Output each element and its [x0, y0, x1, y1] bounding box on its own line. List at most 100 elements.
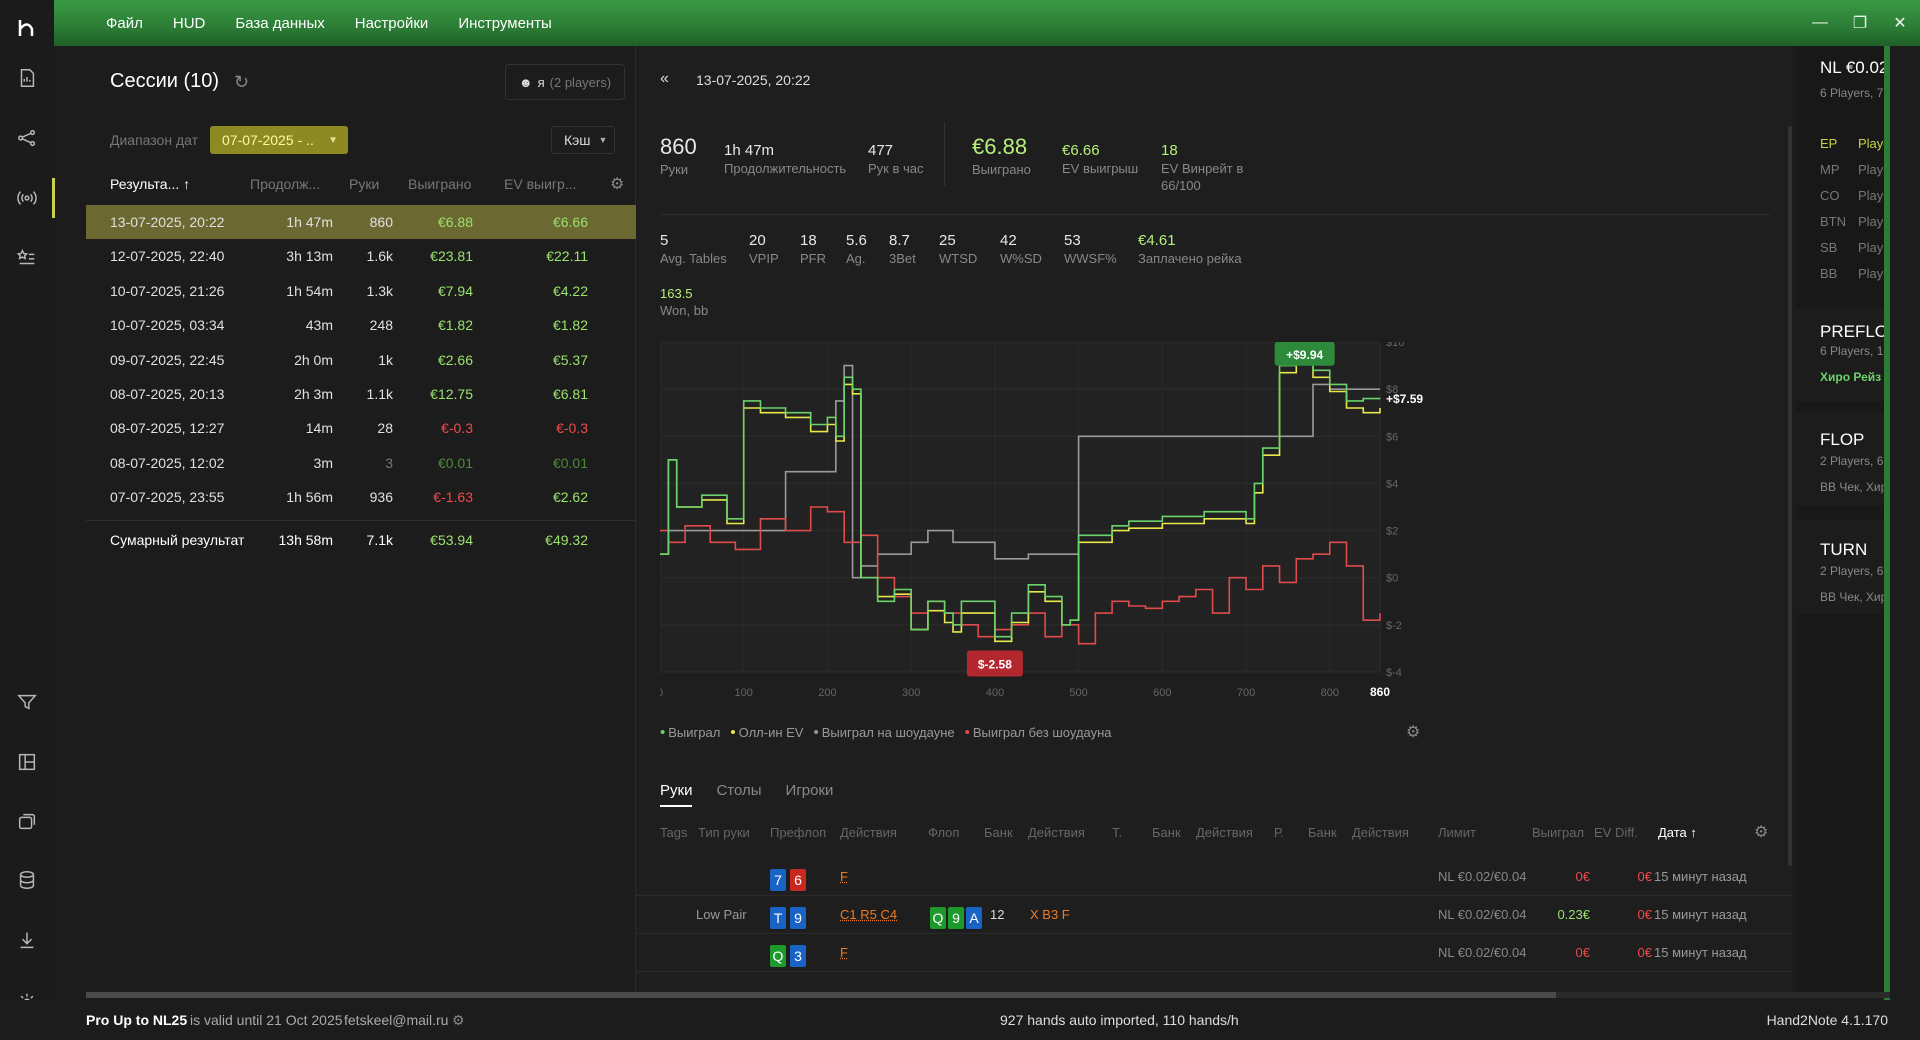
col-hand-type[interactable]: Тип руки	[698, 825, 750, 840]
reports-icon[interactable]	[11, 62, 43, 94]
close-button[interactable]: ✕	[1880, 13, 1920, 33]
date-range-select[interactable]: 07-07-2025 - .. ▼	[210, 126, 348, 154]
scrollbar-thumb[interactable]	[86, 992, 1556, 998]
legend-item-showdown[interactable]: • Выиграл на шоудауне	[813, 724, 954, 741]
layout-icon[interactable]	[11, 746, 43, 778]
col-preflop-actions[interactable]: Действия	[840, 825, 897, 840]
flop-pot: 12	[990, 907, 1005, 922]
session-row[interactable]: 08-07-2025, 20:13 2h 3m 1.1k €12.75 €6.81	[86, 377, 636, 411]
stat-label: Руки	[660, 162, 689, 177]
refresh-icon[interactable]: ↻	[234, 72, 254, 92]
col-result[interactable]: Результа... ↑	[110, 176, 190, 192]
menu-tools[interactable]: Инструменты	[458, 15, 552, 32]
session-date: 12-07-2025, 22:40	[110, 248, 225, 265]
hole-card: Q	[770, 945, 786, 967]
session-row[interactable]: 13-07-2025, 20:22 1h 47m 860 €6.88 €6.66	[86, 205, 636, 240]
menu-file[interactable]: Файл	[106, 15, 143, 32]
col-won[interactable]: Выиграно	[408, 176, 471, 192]
session-row[interactable]: 08-07-2025, 12:27 14m 28 €-0.3 €-0.3	[86, 411, 636, 445]
session-date: 13-07-2025, 20:22	[110, 214, 225, 230]
menu-hud[interactable]: HUD	[173, 15, 206, 32]
window-controls: — ❐ ✕	[1800, 0, 1920, 46]
position-row: BB Playe	[1820, 266, 1890, 281]
col-won[interactable]: Выиграл	[1532, 825, 1584, 840]
session-row[interactable]: 07-07-2025, 23:55 1h 56m 936 €-1.63 €2.62	[86, 480, 636, 514]
col-river-actions[interactable]: Действия	[1352, 825, 1409, 840]
session-duration: 1h 56m	[286, 489, 333, 506]
summary-duration: 13h 58m	[278, 532, 333, 548]
stat-label: WTSD	[939, 251, 978, 266]
minimize-button[interactable]: —	[1800, 14, 1840, 32]
col-ev-won[interactable]: EV выигр...	[504, 176, 576, 192]
live-sessions-icon[interactable]	[11, 178, 55, 218]
position-row: MP Playe	[1820, 162, 1890, 177]
stat-duration: 1h 47m Продолжительность	[724, 142, 846, 176]
session-row[interactable]: 10-07-2025, 21:26 1h 54m 1.3k €7.94 €4.22	[86, 274, 636, 308]
hand-row[interactable]: 7 6 F NL €0.02/€0.04 0€ 0€ 15 минут назад	[636, 858, 1792, 896]
street-flop-sub: 2 Players, 6	[1820, 454, 1884, 468]
col-preflop[interactable]: Префлоп	[770, 825, 826, 840]
col-tags[interactable]: Tags	[660, 825, 687, 840]
col-ev-diff[interactable]: EV Diff.	[1594, 825, 1638, 840]
legend-item-non-showdown[interactable]: • Выиграл без шоудауна	[965, 724, 1112, 741]
cards-icon[interactable]	[11, 806, 43, 838]
col-turn-actions[interactable]: Действия	[1196, 825, 1253, 840]
stat-value: 18	[1161, 142, 1178, 159]
col-turn-pot[interactable]: Банк	[1152, 825, 1181, 840]
hands-settings-gear-icon[interactable]: ⚙	[1754, 822, 1768, 842]
stat-label: PFR	[800, 251, 826, 266]
collapse-left-icon[interactable]: «	[660, 70, 669, 88]
col-duration[interactable]: Продолж...	[250, 176, 320, 192]
network-icon[interactable]	[11, 122, 43, 154]
x-tick-label: 800	[1321, 687, 1339, 699]
horizontal-scrollbar[interactable]	[86, 992, 1890, 998]
chart-settings-gear-icon[interactable]: ⚙	[1406, 722, 1420, 742]
session-row[interactable]: 10-07-2025, 03:34 43m 248 €1.82 €1.82	[86, 308, 636, 342]
account-settings-gear-icon[interactable]: ⚙	[452, 1012, 465, 1029]
tab-players[interactable]: Игроки	[786, 782, 834, 807]
hands-scrollbar[interactable]	[1788, 126, 1792, 866]
restore-button[interactable]: ❐	[1840, 13, 1880, 33]
favorites-list-icon[interactable]	[11, 242, 43, 274]
stat-value: €4.61	[1138, 232, 1176, 249]
menu-database[interactable]: База данных	[235, 15, 324, 32]
hand-row[interactable]: Q 3 F NL €0.02/€0.04 0€ 0€ 15 минут назад	[636, 934, 1792, 972]
stats-divider	[944, 122, 945, 186]
col-flop-actions[interactable]: Действия	[1028, 825, 1085, 840]
hand-limit: NL €0.02/€0.04	[1438, 907, 1527, 922]
session-hands: 936	[369, 489, 393, 506]
session-row[interactable]: 08-07-2025, 12:02 3m 3 €0.01 €0.01	[86, 446, 636, 480]
session-row[interactable]: 09-07-2025, 22:45 2h 0m 1k €2.66 €5.37	[86, 343, 636, 377]
account-email[interactable]: fetskeel@mail.ru	[344, 1012, 448, 1028]
legend-item-won[interactable]: • Выиграл	[660, 724, 720, 741]
stat-value: 860	[660, 134, 697, 159]
session-row[interactable]: 12-07-2025, 22:40 3h 13m 1.6k €23.81 €22.11	[86, 239, 636, 273]
tab-hands[interactable]: Руки	[660, 782, 693, 807]
stat-label: EV Винрейт в	[1161, 161, 1244, 176]
session-hands: 1k	[378, 351, 393, 368]
col-date[interactable]: Дата ↑	[1658, 825, 1697, 840]
date-range-label: Диапазон дат	[110, 132, 199, 148]
hand-limit: NL €0.02/€0.04	[1438, 945, 1527, 960]
results-chart: $10$8$6$4$2$0$-2$-4010020030040050060070…	[660, 342, 1423, 699]
players-filter-button[interactable]: ☻ я (2 players)	[505, 64, 625, 100]
hand-row[interactable]: Low Pair T 9 C1 R5 C4 Q 9 A 12 X B3 F NL €0.02/€0…	[636, 896, 1792, 934]
y-tick-label: $-4	[1386, 667, 1402, 679]
tab-tables[interactable]: Столы	[716, 782, 761, 807]
col-river-pot[interactable]: Банк	[1308, 825, 1337, 840]
legend-item-ev[interactable]: • Олл-ин EV	[730, 724, 803, 741]
col-flop[interactable]: Флоп	[928, 825, 959, 840]
table-settings-gear-icon[interactable]: ⚙	[610, 174, 624, 194]
download-icon[interactable]	[11, 924, 43, 956]
col-limit[interactable]: Лимит	[1438, 825, 1476, 840]
col-river[interactable]: Р.	[1274, 825, 1284, 840]
menu-settings[interactable]: Настройки	[355, 15, 429, 32]
game-type-select[interactable]: Кэш ▼	[551, 126, 615, 154]
stat-value: 18	[800, 232, 817, 249]
col-hands[interactable]: Руки	[349, 176, 379, 192]
filter-icon[interactable]	[11, 686, 43, 718]
col-turn[interactable]: Т.	[1112, 825, 1122, 840]
database-icon[interactable]	[11, 864, 43, 896]
stat-value: 42	[1000, 232, 1017, 249]
col-flop-pot[interactable]: Банк	[984, 825, 1013, 840]
